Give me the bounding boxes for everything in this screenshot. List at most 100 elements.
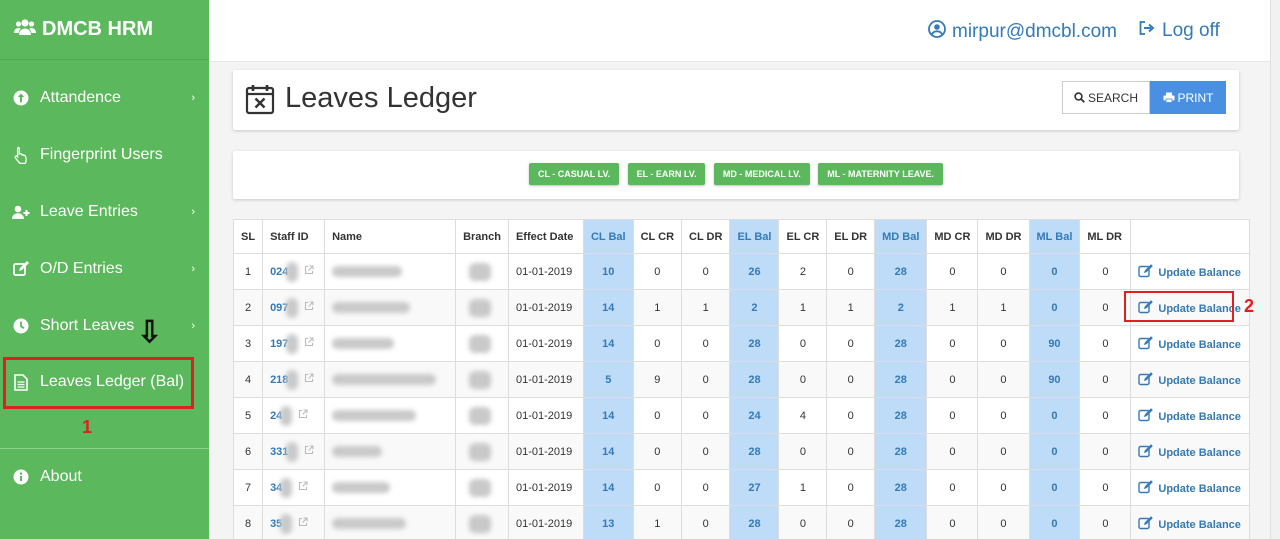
update-balance-label: Update Balance — [1158, 483, 1241, 495]
edit-icon — [1138, 516, 1154, 530]
clock-icon — [12, 317, 30, 335]
user-email-link[interactable]: mirpur@dmcbl.com — [928, 20, 1117, 44]
cell-el-dr: 1 — [826, 289, 876, 326]
cell-el-dr: 0 — [826, 469, 876, 506]
external-link-icon[interactable] — [298, 409, 308, 422]
update-balance-button[interactable]: Update Balance — [1130, 469, 1251, 506]
redacted-branch — [469, 514, 492, 533]
cell-md-bal: 28 — [874, 397, 928, 434]
legend-medical-leave[interactable]: MD - MEDICAL LV. — [713, 163, 810, 185]
redacted-branch — [469, 298, 492, 317]
cell-md-bal: 28 — [874, 361, 928, 398]
cell-md-bal: 28 — [874, 469, 928, 506]
sidebar-item-attandence[interactable]: Attandence › — [0, 86, 209, 110]
redacted-branch — [469, 406, 492, 425]
col-header: Staff ID — [262, 219, 326, 254]
col-header: SL — [232, 219, 264, 254]
cell-staff-id: 097 — [262, 289, 326, 326]
cell-sl: 8 — [232, 505, 264, 539]
col-header: MD CR — [926, 219, 979, 254]
cell-md-bal: 2 — [874, 289, 928, 326]
cell-ml-bal: 0 — [1028, 289, 1081, 326]
redacted-text — [286, 441, 299, 462]
update-balance-button[interactable]: Update Balance — [1130, 433, 1251, 470]
cell-name — [324, 469, 457, 506]
external-link-icon[interactable] — [304, 373, 314, 386]
cell-effect-date: 01-01-2019 — [507, 469, 584, 506]
cell-cl-cr: 0 — [632, 397, 683, 434]
print-button[interactable]: PRINT — [1150, 81, 1226, 114]
external-link-icon[interactable] — [304, 337, 314, 350]
cell-staff-id: 331 — [262, 433, 326, 470]
external-link-icon[interactable] — [304, 301, 314, 314]
edit-icon — [1138, 372, 1154, 386]
sidebar-item-label: Short Leaves — [40, 317, 135, 334]
sidebar-item-od-entries[interactable]: O/D Entries › — [0, 257, 209, 281]
sidebar-item-fingerprint-users[interactable]: Fingerprint Users — [0, 143, 209, 167]
legend-casual-leave[interactable]: CL - CASUAL LV. — [528, 163, 620, 185]
down-arrow-icon: ⇩ — [137, 316, 163, 349]
external-link-icon[interactable] — [298, 481, 308, 494]
page-title-wrap: Leaves Ledger — [245, 82, 477, 115]
print-label: PRINT — [1177, 90, 1214, 105]
cell-effect-date: 01-01-2019 — [507, 397, 584, 434]
search-button[interactable]: SEARCH — [1062, 81, 1150, 114]
cell-cl-cr: 0 — [632, 433, 683, 470]
update-balance-button[interactable]: Update Balance — [1130, 505, 1251, 539]
cell-branch — [455, 289, 509, 326]
update-balance-button[interactable]: Update Balance — [1130, 397, 1251, 434]
brand[interactable]: DMCB HRM — [0, 0, 209, 60]
ledger-table-wrap: SL Staff ID Name Branch Effect Date CL B… — [232, 219, 1251, 539]
cell-cl-cr: 0 — [632, 325, 683, 362]
cell-branch — [455, 253, 509, 290]
cell-md-dr: 0 — [977, 361, 1030, 398]
cell-staff-id: 24 — [262, 397, 326, 434]
table-header-row: SL Staff ID Name Branch Effect Date CL B… — [232, 219, 1251, 254]
legend-earn-leave[interactable]: EL - EARN LV. — [627, 163, 706, 185]
redacted-name — [332, 302, 411, 314]
redacted-branch — [469, 370, 492, 389]
col-header-actions — [1130, 219, 1251, 254]
cell-cl-dr: 1 — [681, 289, 731, 326]
cell-el-cr: 4 — [778, 397, 828, 434]
cell-branch — [455, 397, 509, 434]
legend-maternity-leave[interactable]: ML - MATERNITY LEAVE. — [818, 163, 944, 185]
cell-el-bal: 24 — [729, 397, 780, 434]
cell-el-cr: 0 — [778, 361, 828, 398]
cell-sl: 4 — [232, 361, 264, 398]
external-link-icon[interactable] — [298, 517, 308, 530]
cell-effect-date: 01-01-2019 — [507, 253, 584, 290]
external-link-icon[interactable] — [304, 445, 314, 458]
logoff-link[interactable]: Log off — [1138, 20, 1220, 42]
cell-el-dr: 0 — [826, 397, 876, 434]
annotation-box-1 — [3, 357, 194, 409]
cell-staff-id: 024 — [262, 253, 326, 290]
cell-branch — [455, 361, 509, 398]
update-balance-button[interactable]: Update Balance — [1130, 361, 1251, 398]
col-header: MD DR — [977, 219, 1030, 254]
cell-cl-dr: 0 — [681, 361, 731, 398]
update-balance-button[interactable]: Update Balance — [1130, 253, 1251, 290]
cell-name — [324, 289, 457, 326]
cell-el-dr: 0 — [826, 433, 876, 470]
table-row: 6 331 01-01-2019 14 0 0 28 0 0 28 0 0 0 0 Update Balan… — [232, 433, 1251, 470]
cell-cl-bal: 14 — [582, 397, 634, 434]
users-icon — [14, 18, 42, 42]
cell-cl-dr: 0 — [681, 433, 731, 470]
sidebar-item-leave-entries[interactable]: Leave Entries › — [0, 200, 209, 224]
sidebar-item-about[interactable]: About — [0, 465, 209, 489]
cell-el-dr: 0 — [826, 361, 876, 398]
cell-md-cr: 0 — [926, 361, 979, 398]
col-header: ML Bal — [1028, 219, 1081, 254]
col-header: EL Bal — [729, 219, 780, 254]
update-balance-button[interactable]: Update Balance — [1130, 325, 1251, 362]
redacted-name — [332, 266, 403, 278]
external-link-icon[interactable] — [304, 265, 314, 278]
redacted-branch — [469, 334, 492, 353]
vertical-scrollbar[interactable] — [1270, 0, 1280, 539]
sidebar-item-short-leaves[interactable]: Short Leaves › — [0, 314, 209, 338]
info-circle-icon — [12, 468, 30, 486]
cell-name — [324, 433, 457, 470]
cell-cl-dr: 0 — [681, 253, 731, 290]
redacted-text — [280, 405, 293, 426]
